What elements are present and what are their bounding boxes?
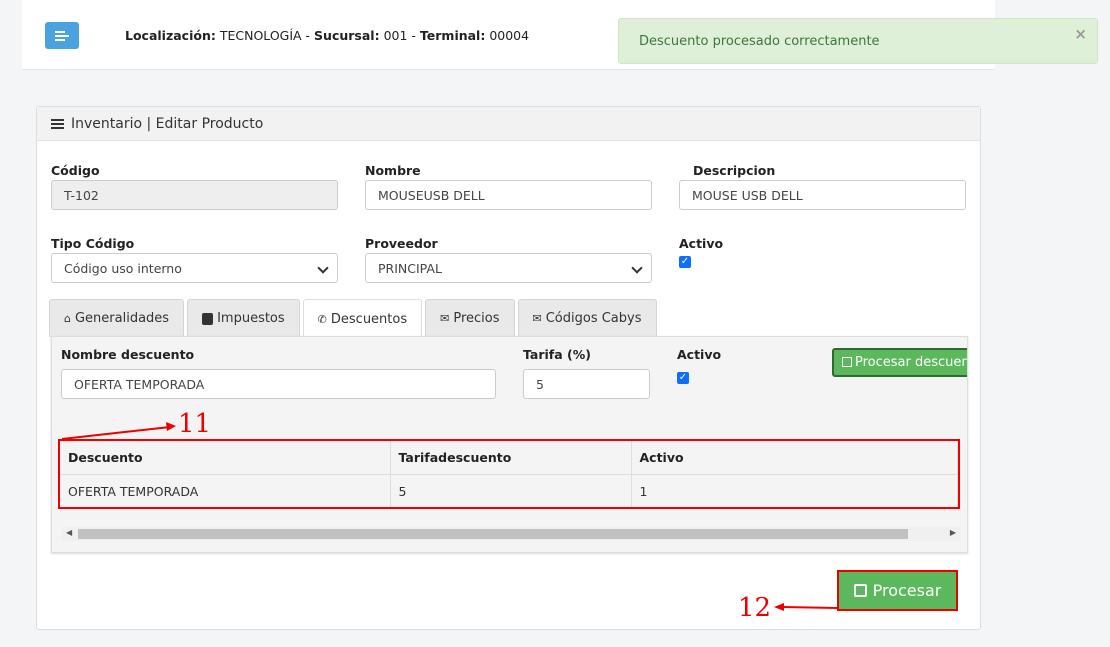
annotation-arrow-11 — [61, 426, 171, 440]
annotation-label-11: 11 — [178, 409, 212, 439]
arrowhead-icon — [166, 422, 176, 431]
arrowhead-icon — [774, 603, 784, 611]
annotation-label-12: 12 — [738, 593, 772, 623]
annotation-arrow-12 — [781, 606, 839, 609]
annotation-arrows — [61, 422, 839, 611]
